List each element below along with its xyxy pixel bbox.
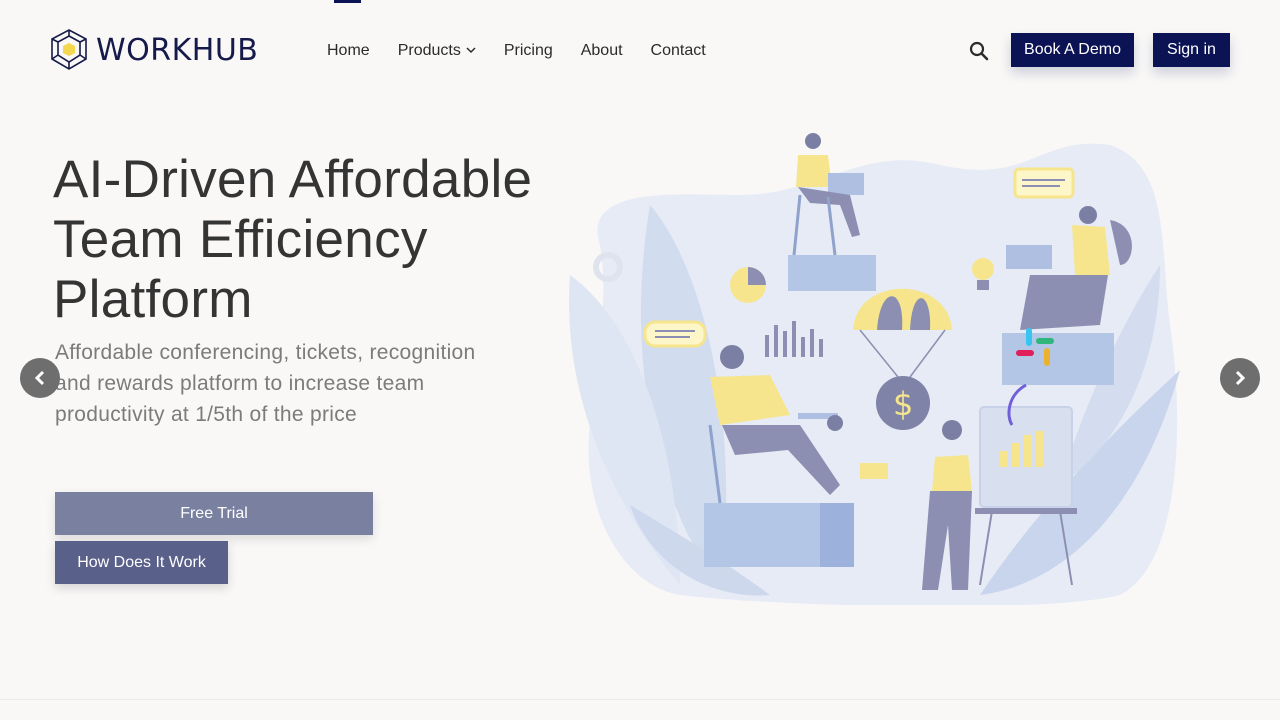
hexagon-cube-logo-icon — [51, 29, 87, 70]
brand-name: WORKHUB — [96, 32, 259, 68]
nav-pricing[interactable]: Pricing — [504, 40, 553, 62]
chevron-down-icon — [466, 45, 476, 57]
nav-contact-label: Contact — [650, 42, 706, 59]
hero-title: AI-Driven Affordable Team Efficiency Pla… — [53, 150, 533, 329]
main-nav: Home Products Pricing About Contact — [327, 40, 734, 62]
search-icon[interactable] — [966, 38, 992, 64]
nav-contact[interactable]: Contact — [651, 40, 706, 62]
nav-home[interactable]: Home — [327, 40, 370, 62]
nav-products-label: Products — [397, 42, 461, 59]
svg-text:$: $ — [893, 385, 913, 423]
carousel-prev-button[interactable] — [20, 358, 60, 398]
nav-home-label: Home — [327, 42, 370, 59]
section-divider — [0, 699, 1280, 700]
sign-in-button[interactable]: Sign in — [1153, 33, 1230, 67]
brand-logo[interactable]: WORKHUB — [48, 28, 258, 72]
carousel-next-button[interactable] — [1220, 358, 1260, 398]
how-it-works-button[interactable]: How Does It Work — [55, 541, 228, 584]
nav-about[interactable]: About — [581, 40, 623, 62]
chevron-right-icon — [1235, 370, 1246, 386]
nav-about-label: About — [580, 42, 623, 59]
nav-pricing-label: Pricing — [503, 42, 553, 59]
site-header: WORKHUB Home Products Pricing About Cont… — [0, 0, 1280, 100]
hero-subtitle: Affordable conferencing, tickets, recogn… — [55, 341, 476, 426]
free-trial-button[interactable]: Free Trial — [55, 492, 373, 535]
nav-products[interactable]: Products — [398, 40, 476, 62]
chevron-left-icon — [34, 370, 45, 386]
book-demo-button[interactable]: Book A Demo — [1011, 33, 1134, 67]
hero-illustration: $ — [560, 125, 1190, 607]
